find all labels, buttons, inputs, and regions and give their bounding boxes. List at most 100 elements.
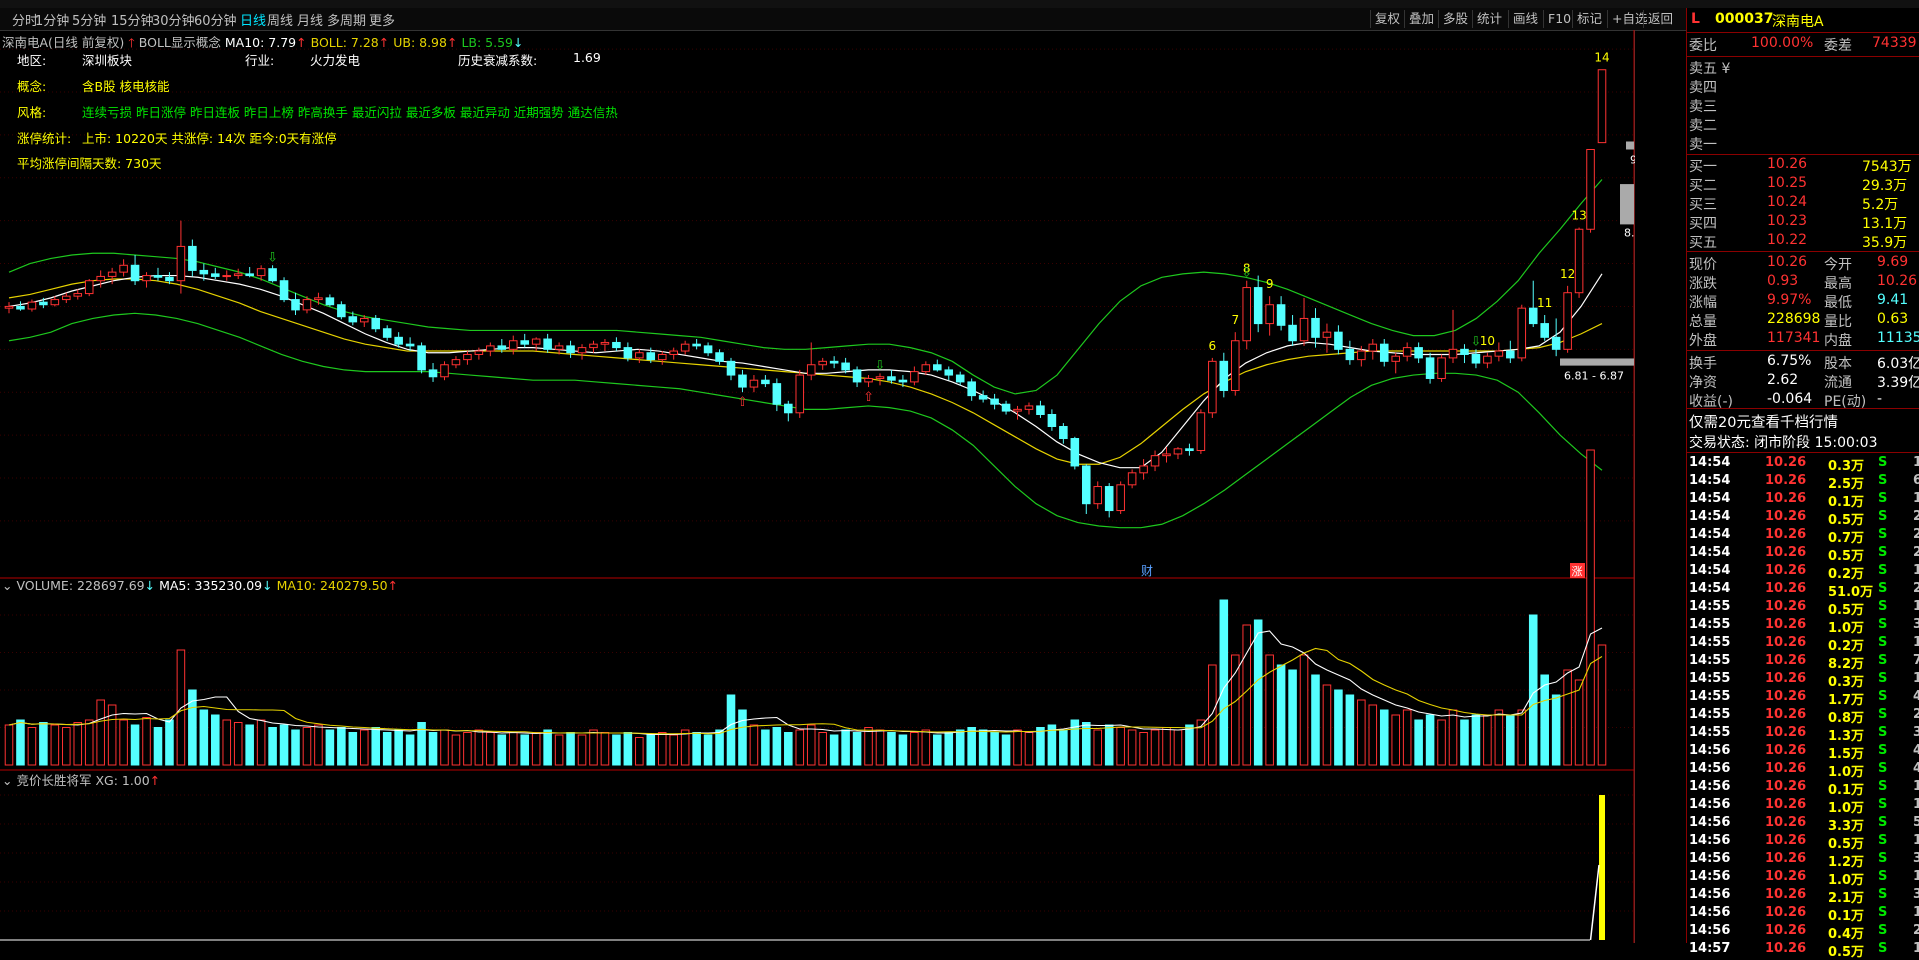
period-tab[interactable]: 5分钟: [72, 10, 106, 29]
chevron-down-icon[interactable]: ⌄: [2, 773, 12, 788]
tick-count: 1: [1913, 833, 1919, 848]
period-tab[interactable]: 日线: [240, 10, 266, 29]
volume-bar: [84, 719, 94, 766]
volume-bar: [1563, 669, 1572, 766]
price-zone-label: 9.33 - 9.4: [1630, 153, 1635, 166]
period-tab[interactable]: 15分钟: [111, 10, 154, 29]
tick-row: 14:54 10.26 0.7万 S 2: [1687, 527, 1919, 546]
candle: [1208, 357, 1217, 418]
tick-price: 10.26: [1765, 797, 1807, 812]
promo-text[interactable]: 仅需20元查看千档行情: [1689, 411, 1838, 432]
kline-chart-area[interactable]: 10.5010.009.509.008.508.007.507.006.506.…: [0, 30, 1635, 943]
volume-bar: [635, 737, 644, 766]
candle: [829, 356, 839, 369]
limit-label: 涨停统计:: [17, 131, 72, 146]
tick-volume: 0.3万: [1828, 459, 1865, 474]
candle: [325, 294, 335, 307]
volume-bar: [1437, 719, 1446, 766]
volume-bar: [761, 729, 770, 766]
tick-row: 14:57 10.26 0.5万 S 1: [1687, 941, 1919, 960]
tick-price: 10.26: [1765, 455, 1807, 470]
period-tab[interactable]: 30分钟: [152, 10, 195, 29]
toolbar-button[interactable]: 多股: [1438, 10, 1472, 28]
period-tab[interactable]: 周线: [267, 10, 293, 29]
volume-bar: [1357, 699, 1366, 766]
candle: [784, 400, 793, 422]
tick-side: S: [1878, 905, 1888, 920]
style-value: 连续亏损 昨日涨停 昨日连板 昨日上榜 昨高换手 最近闪拉 最近多板 最近异动 …: [82, 105, 618, 120]
stat-value: 9.69: [1877, 254, 1909, 270]
tick-volume: 0.1万: [1828, 909, 1865, 924]
tick-row: 14:55 10.26 1.7万 S 4: [1687, 689, 1919, 708]
candle: [1059, 423, 1068, 444]
tick-volume: 3.3万: [1828, 819, 1865, 834]
candle: [176, 220, 186, 294]
up-arrow-icon: ⇧: [737, 395, 748, 410]
candle: [1047, 409, 1057, 431]
chevron-down-icon[interactable]: ⌄: [2, 578, 12, 593]
candle-number-label: 12: [1560, 267, 1575, 281]
toolbar-button[interactable]: F10: [1543, 10, 1575, 28]
candle: [1379, 339, 1389, 367]
stat-value: 117341: [1767, 330, 1821, 346]
toolbar-button[interactable]: 统计: [1472, 10, 1506, 28]
tick-side: S: [1878, 617, 1888, 632]
volume-bar: [1448, 709, 1458, 766]
volume-bar: [669, 734, 678, 766]
toolbar-button[interactable]: 标记: [1572, 10, 1606, 28]
tick-row: 14:56 10.26 2.1万 S 3: [1687, 887, 1919, 906]
tick-side: S: [1878, 815, 1888, 830]
tick-volume: 1.7万: [1828, 693, 1865, 708]
tick-volume: 2.5万: [1828, 477, 1865, 492]
fundamental-value: -0.064: [1767, 391, 1813, 407]
candle: [1586, 148, 1595, 233]
volume-bar: [405, 734, 415, 766]
tick-side: S: [1878, 689, 1888, 704]
tick-volume: 2.1万: [1828, 891, 1865, 906]
period-tab[interactable]: 60分钟: [194, 10, 237, 29]
tick-row: 14:56 10.26 0.5万 S 1: [1687, 833, 1919, 852]
volume-bar: [554, 734, 564, 766]
volume-bar: [577, 734, 587, 766]
tick-time: 14:56: [1689, 833, 1731, 848]
ask-level-label: 卖三: [1689, 99, 1717, 115]
toolbar-button[interactable]: 画线: [1508, 10, 1542, 28]
bid-price: 10.26: [1767, 156, 1808, 172]
commission-diff-value: 74339: [1872, 35, 1917, 51]
candle: [543, 333, 552, 353]
candle: [726, 357, 736, 381]
volume-bar: [1116, 727, 1125, 766]
candle: [955, 371, 965, 386]
period-tab[interactable]: 1分钟: [35, 10, 69, 29]
tick-row: 14:54 10.26 0.5万 S 2: [1687, 545, 1919, 564]
toolbar-button[interactable]: 复权: [1370, 10, 1404, 28]
tick-count: 1: [1913, 491, 1919, 506]
tick-price: 10.26: [1765, 815, 1807, 830]
volume-bar: [1162, 727, 1171, 766]
volume-bar: [657, 732, 667, 766]
period-tab[interactable]: 多周期: [327, 10, 366, 29]
volume-bar: [1139, 732, 1148, 766]
tick-volume: 0.5万: [1828, 603, 1865, 618]
price-zone-label: 6.81 - 6.87: [1564, 370, 1624, 383]
period-tab[interactable]: 月线: [297, 10, 323, 29]
period-tab[interactable]: 更多: [369, 10, 395, 29]
tick-side: S: [1878, 527, 1888, 542]
fundamental-label: 净资: [1689, 375, 1717, 391]
volume-bar: [486, 732, 495, 766]
volume-bar: [371, 727, 381, 766]
bid-volume: 13.1万: [1862, 216, 1908, 232]
toolbar-button[interactable]: 返回: [1643, 10, 1677, 28]
candle: [1001, 400, 1011, 415]
arrow-down-icon: ↓: [262, 578, 273, 593]
tick-time: 14:56: [1689, 887, 1731, 902]
toolbar-button[interactable]: 叠加: [1404, 10, 1438, 28]
bid-level-label: 买四: [1689, 216, 1717, 232]
kline-chart-svg[interactable]: 10.5010.009.509.008.508.007.507.006.506.…: [0, 30, 1635, 943]
volume-bar: [1242, 624, 1252, 766]
tick-side: S: [1878, 653, 1888, 668]
tick-row: 14:56 10.26 1.5万 S 4: [1687, 743, 1919, 762]
tick-time: 14:56: [1689, 815, 1731, 830]
style-label: 风格:: [17, 105, 47, 120]
volume-bar: [1402, 709, 1412, 766]
